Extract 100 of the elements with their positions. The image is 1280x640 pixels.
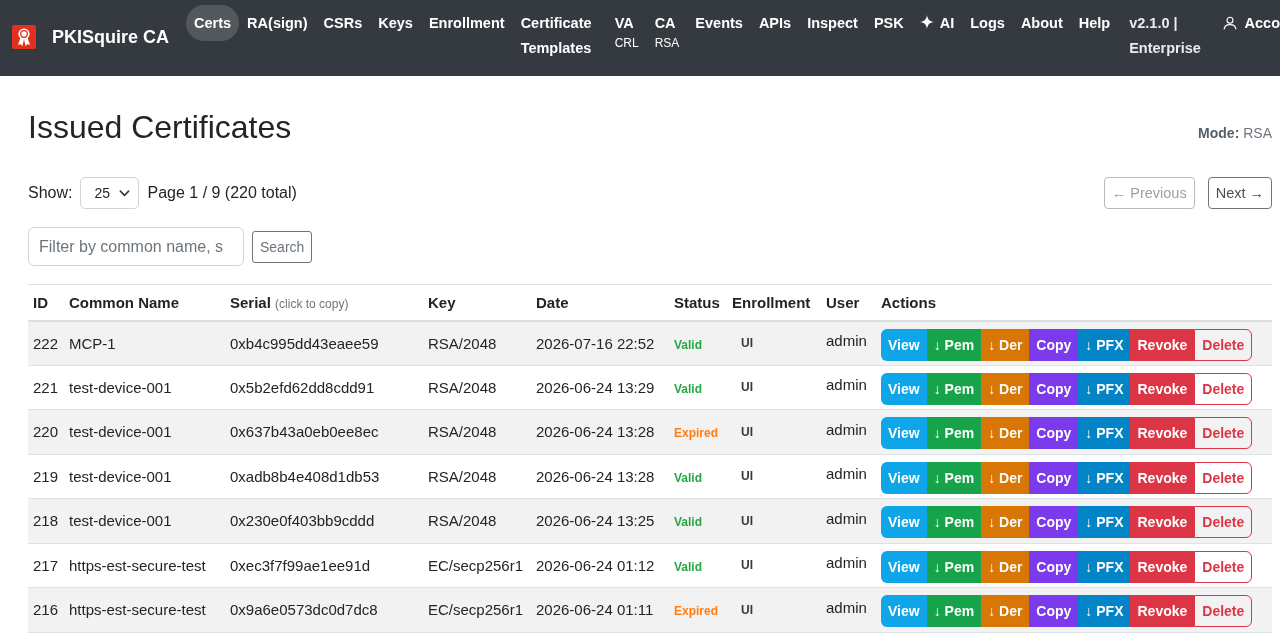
nav-link[interactable]: RA(sign) xyxy=(239,5,316,41)
pfx-download-button[interactable]: ↓ PFX xyxy=(1078,506,1131,539)
table-cell: UI xyxy=(727,543,821,588)
account-link[interactable]: Acco xyxy=(1222,5,1280,41)
revoke-button[interactable]: Revoke xyxy=(1130,417,1195,450)
revoke-button[interactable]: Revoke xyxy=(1130,506,1195,539)
pfx-download-button[interactable]: ↓ PFX xyxy=(1078,550,1131,583)
nav-link[interactable]: Certificate Templates xyxy=(512,5,607,66)
der-download-button[interactable]: ↓ Der xyxy=(981,417,1030,450)
table-cell: RSA/2048 xyxy=(423,454,531,499)
revoke-button[interactable]: Revoke xyxy=(1130,372,1195,405)
copy-button[interactable]: Copy xyxy=(1029,461,1079,494)
pfx-download-button[interactable]: ↓ PFX xyxy=(1078,461,1131,494)
pfx-download-button[interactable]: ↓ PFX xyxy=(1078,372,1131,405)
table-cell: UI xyxy=(727,365,821,410)
status-label: Valid xyxy=(674,515,702,530)
pem-download-button[interactable]: ↓ Pem xyxy=(926,550,982,583)
der-download-button[interactable]: ↓ Der xyxy=(981,461,1030,494)
der-download-button[interactable]: ↓ Der xyxy=(981,328,1030,361)
mode-label: Mode: RSA xyxy=(1198,125,1272,141)
delete-button[interactable]: Delete xyxy=(1194,550,1253,583)
column-header: Key xyxy=(423,284,531,321)
column-header: ID xyxy=(28,284,64,321)
table-cell: admin xyxy=(821,498,876,543)
pem-download-button[interactable]: ↓ Pem xyxy=(926,595,982,628)
pfx-download-button[interactable]: ↓ PFX xyxy=(1078,595,1131,628)
nav-link[interactable]: Inspect xyxy=(799,5,866,41)
show-label: Show: xyxy=(28,184,73,202)
revoke-button[interactable]: Revoke xyxy=(1130,550,1195,583)
pem-download-button[interactable]: ↓ Pem xyxy=(926,372,982,405)
der-download-button[interactable]: ↓ Der xyxy=(981,550,1030,583)
nav-link[interactable]: Help xyxy=(1070,5,1119,41)
view-button[interactable]: View xyxy=(881,461,927,494)
page-size-select[interactable]: 25 xyxy=(80,177,140,209)
view-button[interactable]: View xyxy=(881,550,927,583)
copy-button[interactable]: Copy xyxy=(1029,595,1079,628)
copy-button[interactable]: Copy xyxy=(1029,506,1079,539)
delete-button[interactable]: Delete xyxy=(1194,595,1253,628)
view-button[interactable]: View xyxy=(881,372,927,405)
revoke-button[interactable]: Revoke xyxy=(1130,595,1195,628)
copy-button[interactable]: Copy xyxy=(1029,550,1079,583)
pfx-download-button[interactable]: ↓ PFX xyxy=(1078,417,1131,450)
column-header: Enrollment xyxy=(727,284,821,321)
der-download-button[interactable]: ↓ Der xyxy=(981,372,1030,405)
nav-link[interactable]: AI xyxy=(911,5,963,41)
pfx-download-button[interactable]: ↓ PFX xyxy=(1078,328,1131,361)
pem-download-button[interactable]: ↓ Pem xyxy=(926,417,982,450)
nav-link[interactable]: CA RSA xyxy=(646,5,688,55)
brand-link[interactable]: PKISquire CA xyxy=(12,5,170,69)
nav-link[interactable]: PSK xyxy=(865,5,912,41)
table-cell: https-est-secure-test xyxy=(64,543,225,588)
nav-link[interactable]: APIs xyxy=(750,5,800,41)
copy-button[interactable]: Copy xyxy=(1029,372,1079,405)
column-header: Serial xyxy=(230,293,271,311)
delete-button[interactable]: Delete xyxy=(1194,506,1253,539)
status-label: Expired xyxy=(674,426,718,441)
delete-button[interactable]: Delete xyxy=(1194,372,1253,405)
table-cell: 2026-06-24 01:12 xyxy=(531,543,669,588)
filter-field[interactable]: Filter by common name, s xyxy=(28,227,244,266)
nav-link[interactable]: CSRs xyxy=(315,5,371,41)
chevron-down-icon xyxy=(119,187,131,199)
pem-download-button[interactable]: ↓ Pem xyxy=(926,461,982,494)
der-download-button[interactable]: ↓ Der xyxy=(981,595,1030,628)
table-cell: UI xyxy=(727,498,821,543)
view-button[interactable]: View xyxy=(881,595,927,628)
nav-link[interactable]: About xyxy=(1012,5,1071,41)
version-label: v2.1.0 | Enterprise xyxy=(1128,13,1202,58)
revoke-button[interactable]: Revoke xyxy=(1130,328,1195,361)
pem-download-button[interactable]: ↓ Pem xyxy=(926,328,982,361)
nav-link[interactable]: Events xyxy=(687,5,751,41)
page-title: Issued Certificates xyxy=(28,108,292,146)
pem-download-button[interactable]: ↓ Pem xyxy=(926,506,982,539)
table-cell: 2026-06-24 13:28 xyxy=(531,409,669,454)
nav-link[interactable]: Logs xyxy=(962,5,1013,41)
table-cell: 0xec3f7f99ae1ee91d xyxy=(225,543,423,588)
view-button[interactable]: View xyxy=(881,417,927,450)
copy-button[interactable]: Copy xyxy=(1029,417,1079,450)
delete-button[interactable]: Delete xyxy=(1194,461,1253,494)
nav-link[interactable]: VA CRL xyxy=(606,5,647,55)
table-cell: 0xb4c995dd43eaee59 xyxy=(225,320,423,365)
status-label: Valid xyxy=(674,381,702,396)
column-header: Actions xyxy=(876,284,1272,321)
table-cell: admin xyxy=(821,409,876,454)
table-cell: admin xyxy=(821,543,876,588)
revoke-button[interactable]: Revoke xyxy=(1130,461,1195,494)
column-header: Status xyxy=(669,284,727,321)
search-button[interactable]: Search xyxy=(252,230,313,263)
view-button[interactable]: View xyxy=(881,506,927,539)
nav-link[interactable]: Keys xyxy=(370,5,421,41)
copy-button[interactable]: Copy xyxy=(1029,328,1079,361)
der-download-button[interactable]: ↓ Der xyxy=(981,506,1030,539)
table-cell: 218 xyxy=(28,498,64,543)
person-icon xyxy=(1222,16,1237,30)
table-cell: UI xyxy=(727,587,821,632)
next-button[interactable]: Next → xyxy=(1207,177,1272,209)
view-button[interactable]: View xyxy=(881,328,927,361)
nav-link[interactable]: Certs xyxy=(186,5,240,41)
delete-button[interactable]: Delete xyxy=(1194,417,1253,450)
nav-link[interactable]: Enrollment xyxy=(420,5,513,41)
delete-button[interactable]: Delete xyxy=(1194,328,1253,361)
